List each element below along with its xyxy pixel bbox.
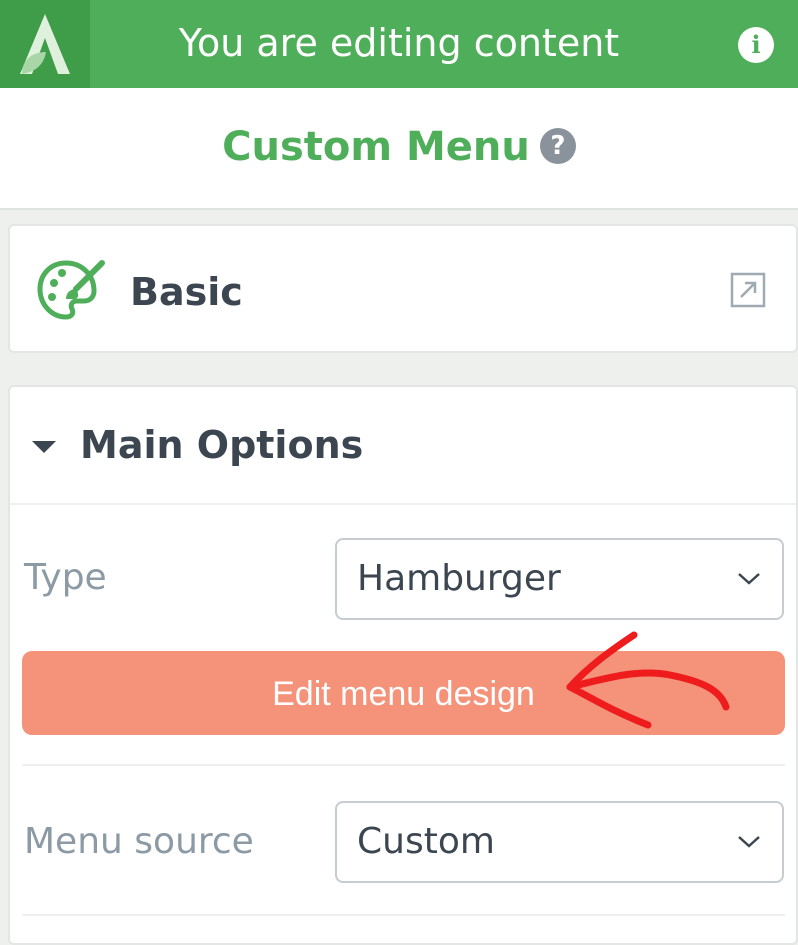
chevron-down-icon [738, 573, 760, 585]
menu-source-select[interactable]: Custom [335, 801, 784, 883]
basic-section[interactable]: Basic [8, 224, 798, 353]
type-label: Type [24, 557, 107, 598]
chevron-down-icon [738, 836, 760, 848]
type-select-value: Hamburger [357, 558, 561, 599]
divider [22, 764, 785, 766]
main-options-toggle[interactable]: Main Options [10, 387, 796, 505]
panel-title: Custom Menu? [0, 124, 798, 170]
top-bar: You are editing content i [0, 0, 798, 88]
caret-down-icon [32, 441, 56, 453]
editing-status-title: You are editing content [178, 21, 620, 65]
edit-menu-design-button[interactable]: Edit menu design [22, 651, 785, 735]
menu-source-label: Menu source [24, 821, 254, 862]
menu-source-select-value: Custom [357, 821, 495, 862]
palette-icon [37, 260, 105, 320]
basic-label: Basic [130, 270, 243, 314]
app-logo[interactable] [0, 0, 90, 88]
app-logo-icon [20, 14, 70, 74]
question-icon[interactable]: ? [539, 128, 576, 164]
type-select[interactable]: Hamburger [335, 538, 784, 620]
external-link-icon [730, 272, 766, 308]
info-icon[interactable]: i [738, 27, 774, 63]
panel-title-text: Custom Menu [222, 124, 530, 170]
divider [22, 914, 785, 916]
main-options-section: Main Options Type Hamburger Edit menu de… [8, 385, 798, 945]
main-options-title: Main Options [80, 423, 364, 467]
